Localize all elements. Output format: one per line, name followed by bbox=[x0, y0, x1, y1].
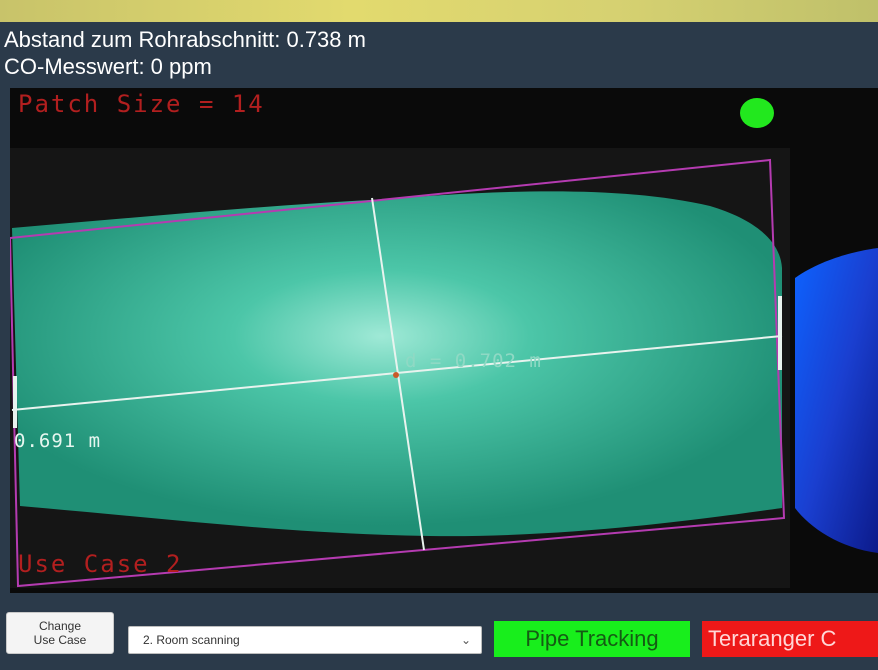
chevron-down-icon: ⌄ bbox=[460, 633, 471, 647]
pipe-distance-readout: Abstand zum Rohrabschnitt: 0.738 m bbox=[4, 27, 366, 52]
depth-region bbox=[795, 248, 878, 553]
use-case-overlay-label: Use Case 2 bbox=[18, 550, 183, 578]
camera-view: Patch Size = 14 d = 0.702 m 0.691 m Use … bbox=[10, 88, 878, 593]
top-color-strip bbox=[0, 0, 878, 22]
pipe-tracking-button[interactable]: Pipe Tracking bbox=[494, 621, 690, 657]
camera-scene bbox=[10, 88, 878, 593]
change-use-case-label-line1: Change bbox=[38, 619, 82, 633]
distance-d-label: d = 0.702 m bbox=[405, 350, 542, 372]
distance-side-label: 0.691 m bbox=[14, 430, 102, 452]
use-case-select[interactable]: 2. Room scanning ⌄ bbox=[128, 626, 482, 654]
center-point bbox=[393, 372, 399, 378]
teraranger-button[interactable]: Teraranger C bbox=[702, 621, 878, 657]
co-reading-readout: CO-Messwert: 0 ppm bbox=[4, 54, 212, 79]
status-dot bbox=[740, 98, 774, 128]
control-bar: Change Use Case 2. Room scanning ⌄ Pipe … bbox=[0, 593, 878, 670]
change-use-case-label-line2: Use Case bbox=[33, 633, 87, 647]
patch-size-label: Patch Size = 14 bbox=[18, 90, 265, 118]
change-use-case-button[interactable]: Change Use Case bbox=[6, 612, 114, 654]
info-panel: Abstand zum Rohrabschnitt: 0.738 m CO-Me… bbox=[0, 22, 878, 88]
use-case-select-value: 2. Room scanning bbox=[143, 633, 240, 647]
